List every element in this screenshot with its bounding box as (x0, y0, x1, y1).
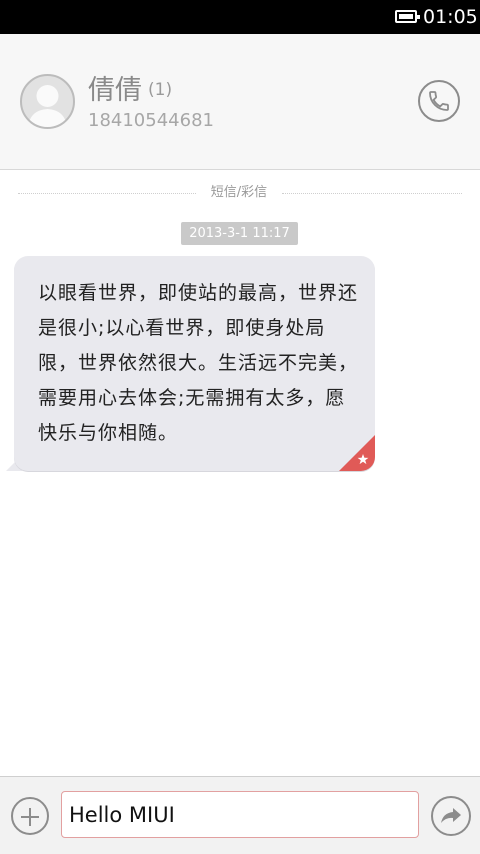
message-count: (1) (148, 80, 173, 100)
message-input[interactable] (61, 791, 419, 838)
contact-name: 倩倩 (88, 75, 142, 106)
send-button[interactable] (431, 796, 471, 836)
contact-header: 倩倩 (1) 18410544681 (0, 34, 480, 170)
call-button[interactable] (418, 80, 460, 122)
message-timestamp: 2013-3-1 11:17 (181, 222, 298, 245)
phone-icon (429, 91, 449, 111)
divider-line-left (18, 193, 196, 194)
star-icon (339, 435, 375, 471)
favorite-badge (339, 435, 375, 471)
message-bubble[interactable]: 以眼看世界，即使站的最高，世界还是很小;以心看世界，即使身处局限，世界依然很大。… (14, 256, 375, 471)
send-arrow-icon (441, 808, 461, 823)
divider-line-right (282, 193, 462, 194)
status-bar: 01:05 (0, 0, 480, 34)
compose-bar (0, 776, 480, 854)
message-type-label: 短信/彩信 (210, 185, 268, 200)
contact-phone-number: 18410544681 (88, 110, 214, 131)
attach-button[interactable] (11, 797, 49, 835)
avatar[interactable] (20, 74, 75, 129)
message-text: 以眼看世界，即使站的最高，世界还是很小;以心看世界，即使身处局限，世界依然很大。… (38, 282, 359, 444)
status-time: 01:05 (423, 6, 478, 28)
battery-icon (395, 10, 420, 23)
person-silhouette-icon (28, 85, 67, 127)
